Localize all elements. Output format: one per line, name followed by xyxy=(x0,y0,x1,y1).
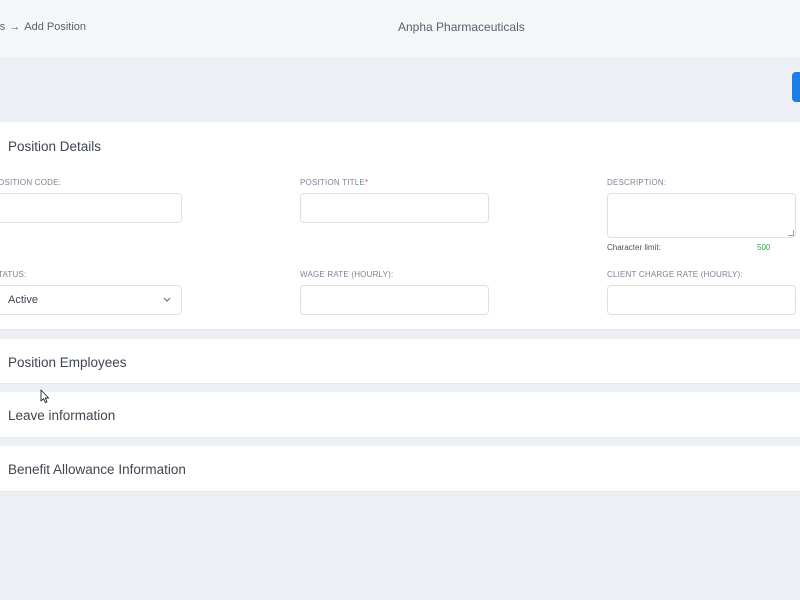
leave-information-header[interactable]: › Leave information xyxy=(0,403,115,427)
client-charge-rate-input[interactable] xyxy=(607,285,796,315)
position-employees-title: Position Employees xyxy=(8,354,127,370)
wage-rate-label: WAGE RATE (HOURLY): xyxy=(300,270,394,279)
save-button[interactable] xyxy=(792,72,800,102)
top-bar: tions →Add Position Anpha Pharmaceuticals xyxy=(0,0,800,57)
position-title-label: POSITION TITLE* xyxy=(300,178,368,187)
description-label: DESCRIPTION: xyxy=(607,178,667,187)
chevron-down-icon: ⌄ xyxy=(0,141,2,151)
position-code-input[interactable] xyxy=(0,193,182,223)
description-textarea[interactable] xyxy=(607,193,796,238)
mouse-cursor-icon xyxy=(40,389,50,404)
position-details-title: Position Details xyxy=(8,138,102,154)
breadcrumb-current: Add Position xyxy=(24,21,87,33)
company-name: Anpha Pharmaceuticals xyxy=(398,20,525,34)
chevron-right-icon: › xyxy=(0,357,2,367)
chevron-right-icon: › xyxy=(0,464,2,474)
benefit-allowance-panel: › Benefit Allowance Information xyxy=(0,446,800,492)
breadcrumb-positions-link[interactable]: tions xyxy=(0,21,5,33)
leave-information-panel: › Leave information xyxy=(0,392,800,438)
resize-handle-icon[interactable] xyxy=(788,230,794,236)
breadcrumb-arrow-icon: → xyxy=(9,21,21,33)
benefit-allowance-title: Benefit Allowance Information xyxy=(8,461,186,477)
character-limit-value: 500 xyxy=(757,243,771,252)
chevron-down-icon xyxy=(163,296,171,305)
leave-information-title: Leave information xyxy=(8,407,116,423)
character-limit-label: Character limit: xyxy=(607,243,661,252)
description-wrapper xyxy=(607,193,796,238)
position-employees-header[interactable]: › Position Employees xyxy=(0,350,127,374)
status-select-value: Active xyxy=(8,294,38,306)
client-charge-rate-label: CLIENT CHARGE RATE (HOURLY): xyxy=(607,270,743,279)
position-employees-panel: › Position Employees xyxy=(0,339,800,384)
wage-rate-input[interactable] xyxy=(300,285,489,315)
required-marker: * xyxy=(364,178,369,187)
status-label: TATUS: xyxy=(0,270,27,279)
position-code-label: OSITION CODE: xyxy=(0,178,62,187)
status-select[interactable]: Active xyxy=(0,285,182,315)
position-details-header[interactable]: ⌄ Position Details xyxy=(0,134,101,158)
breadcrumb: tions →Add Position xyxy=(0,21,86,33)
benefit-allowance-header[interactable]: › Benefit Allowance Information xyxy=(0,457,186,481)
position-title-input[interactable] xyxy=(300,193,489,223)
chevron-right-icon: › xyxy=(0,410,2,420)
position-details-panel: ⌄ Position Details OSITION CODE: POSITIO… xyxy=(0,122,800,330)
position-title-label-text: POSITION TITLE xyxy=(300,178,365,187)
